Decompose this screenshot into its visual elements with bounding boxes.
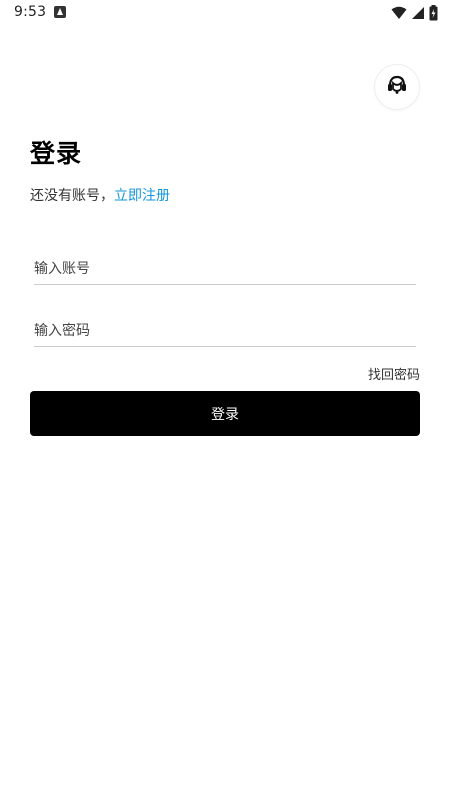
signal-icon <box>411 6 425 20</box>
login-screen: 9:53 登录 还没有账号，立即注册 输入账号 找回密码 登录 <box>0 0 450 800</box>
wifi-icon <box>391 6 407 20</box>
status-bar: 9:53 <box>0 0 450 26</box>
page-title: 登录 <box>30 139 83 168</box>
status-time: 9:53 <box>14 4 47 20</box>
password-field <box>34 317 416 347</box>
register-link[interactable]: 立即注册 <box>114 188 170 204</box>
notification-icon <box>54 6 66 18</box>
customer-service-button[interactable] <box>374 64 420 110</box>
customer-service-icon <box>386 74 408 100</box>
register-prompt-row: 还没有账号，立即注册 <box>30 185 170 205</box>
battery-icon <box>429 5 438 21</box>
password-input[interactable] <box>34 317 416 345</box>
register-prompt-text: 还没有账号， <box>30 188 114 204</box>
account-input[interactable] <box>34 255 416 283</box>
account-field <box>34 255 416 285</box>
forgot-password-link[interactable]: 找回密码 <box>368 364 420 383</box>
login-button[interactable]: 登录 <box>30 391 420 436</box>
status-icons <box>391 3 438 23</box>
